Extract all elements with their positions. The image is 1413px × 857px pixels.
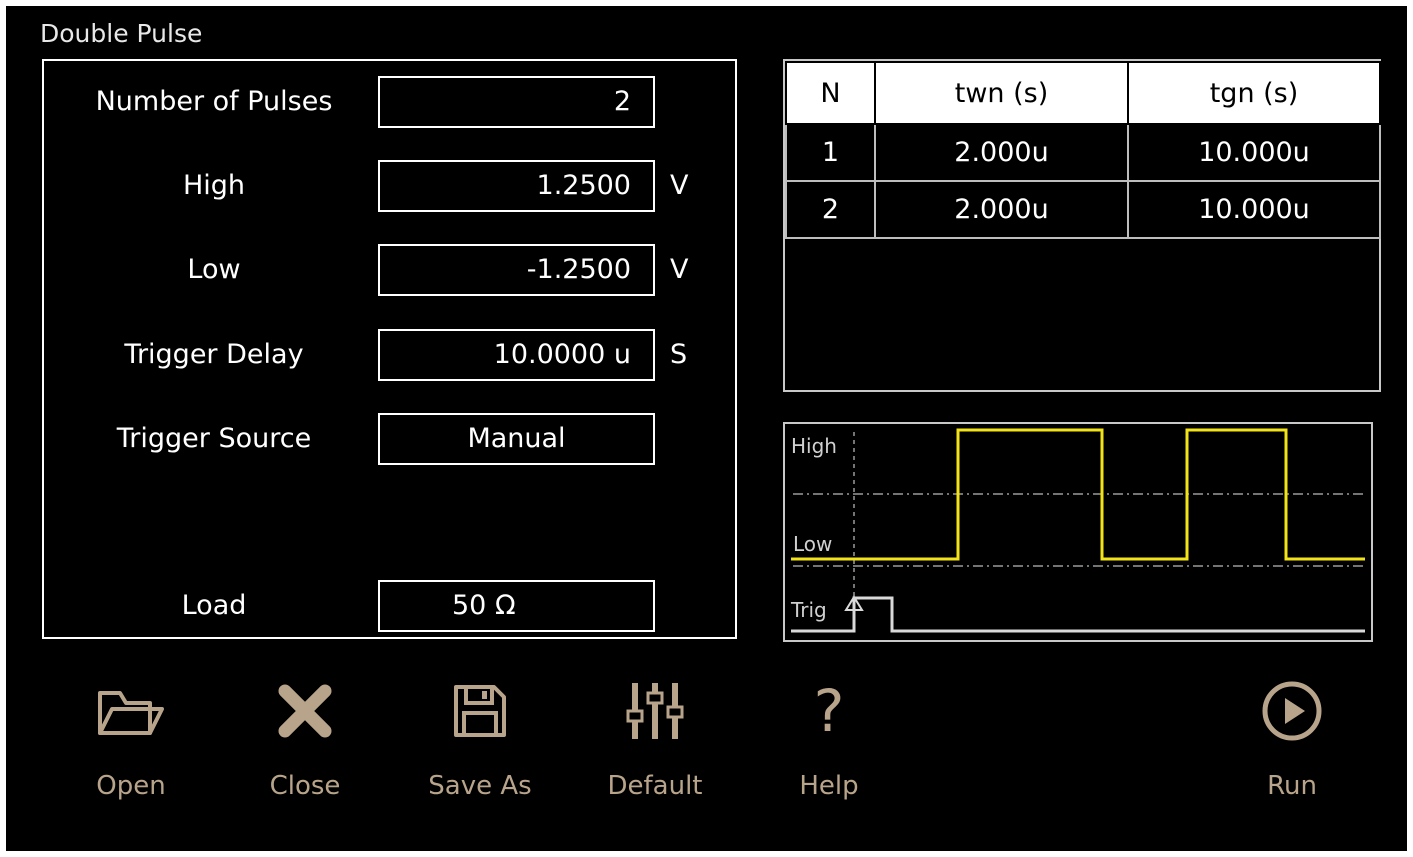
pulse-table-panel: N twn (s) tgn (s) 1 2.000u 10.000u 2 2.0… xyxy=(783,59,1381,392)
cell-twn[interactable]: 2.000u xyxy=(874,180,1129,239)
play-circle-icon xyxy=(1222,676,1362,746)
double-pulse-screen: Double Pulse Number of Pulses 2 High 1.2… xyxy=(6,6,1407,851)
param-unit: V xyxy=(670,170,689,201)
waveform-preview: High Low Trig xyxy=(783,422,1373,642)
table-header-row: N twn (s) tgn (s) xyxy=(785,61,1381,125)
help-label: Help xyxy=(799,771,859,801)
column-header-n: N xyxy=(785,61,876,125)
window-title: Double Pulse xyxy=(40,19,203,48)
question-mark-icon: ? xyxy=(813,677,845,745)
parameters-panel: Number of Pulses 2 High 1.2500 V Low -1.… xyxy=(42,59,737,639)
high-voltage-field[interactable]: 1.2500 xyxy=(378,160,655,212)
param-row-trigger-source: Trigger Source Manual xyxy=(44,411,735,467)
waveform-trig-label: Trig xyxy=(791,598,827,622)
column-header-tgn: tgn (s) xyxy=(1127,61,1381,125)
save-as-button[interactable]: Save As xyxy=(410,671,550,821)
param-unit: S xyxy=(670,339,688,370)
save-icon xyxy=(410,676,550,746)
number-of-pulses-field[interactable]: 2 xyxy=(378,76,655,128)
param-unit: V xyxy=(670,254,689,285)
run-button[interactable]: Run xyxy=(1222,671,1362,821)
save-as-label: Save As xyxy=(428,771,532,801)
param-row-high: High 1.2500 V xyxy=(44,158,735,214)
default-button[interactable]: Default xyxy=(585,671,725,821)
param-label: Trigger Delay xyxy=(124,339,304,370)
waveform-graphic xyxy=(791,428,1367,633)
load-select[interactable]: 50 Ω xyxy=(378,580,655,632)
cell-twn[interactable]: 2.000u xyxy=(874,123,1129,182)
param-row-load: Load 50 Ω xyxy=(44,578,735,634)
pulse-table: N twn (s) tgn (s) 1 2.000u 10.000u 2 2.0… xyxy=(785,61,1381,239)
sliders-icon xyxy=(585,676,725,746)
close-button[interactable]: Close xyxy=(235,671,375,821)
open-label: Open xyxy=(96,771,166,801)
folder-open-icon xyxy=(61,676,201,746)
close-label: Close xyxy=(269,771,341,801)
param-label: Trigger Source xyxy=(116,423,312,454)
column-header-twn: twn (s) xyxy=(874,61,1129,125)
trigger-delay-field[interactable]: 10.0000 u xyxy=(378,329,655,381)
param-label: Number of Pulses xyxy=(95,86,333,117)
help-button[interactable]: ? Help xyxy=(759,671,899,821)
param-label: Load xyxy=(181,590,247,621)
trigger-trace xyxy=(791,596,1365,633)
open-button[interactable]: Open xyxy=(61,671,201,821)
waveform-high-label: High xyxy=(791,434,837,458)
param-label: Low xyxy=(187,254,241,285)
waveform-low-label: Low xyxy=(793,532,833,556)
low-voltage-field[interactable]: -1.2500 xyxy=(378,244,655,296)
cell-n: 1 xyxy=(785,123,876,182)
trigger-source-select[interactable]: Manual xyxy=(378,413,655,465)
cell-tgn[interactable]: 10.000u xyxy=(1127,180,1381,239)
param-row-trigger-delay: Trigger Delay 10.0000 u S xyxy=(44,327,735,383)
close-icon xyxy=(235,676,375,746)
param-label: High xyxy=(182,170,246,201)
table-row[interactable]: 2 2.000u 10.000u xyxy=(785,180,1381,239)
cell-n: 2 xyxy=(785,180,876,239)
param-row-low: Low -1.2500 V xyxy=(44,242,735,298)
cell-tgn[interactable]: 10.000u xyxy=(1127,123,1381,182)
table-row[interactable]: 1 2.000u 10.000u xyxy=(785,123,1381,182)
run-label: Run xyxy=(1267,771,1317,801)
param-row-number-of-pulses: Number of Pulses 2 xyxy=(44,74,735,130)
default-label: Default xyxy=(607,771,703,801)
